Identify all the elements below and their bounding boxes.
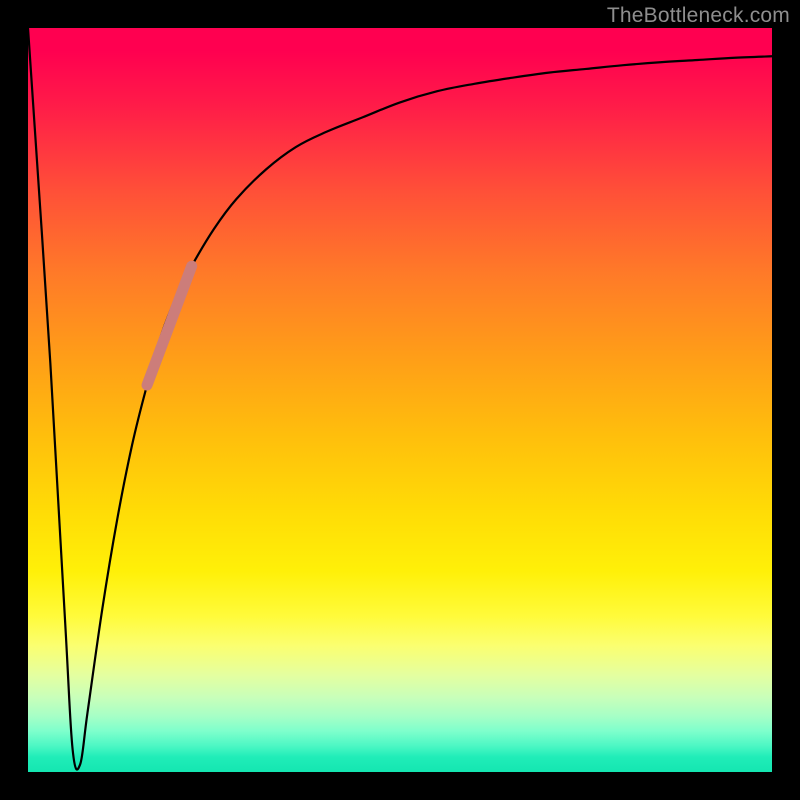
highlight-segment-path [147, 266, 192, 385]
watermark-label: TheBottleneck.com [607, 4, 790, 28]
plot-area [28, 28, 772, 772]
bottleneck-curve-path [28, 28, 772, 770]
chart-stage: TheBottleneck.com [0, 0, 800, 800]
curve-layer [28, 28, 772, 772]
